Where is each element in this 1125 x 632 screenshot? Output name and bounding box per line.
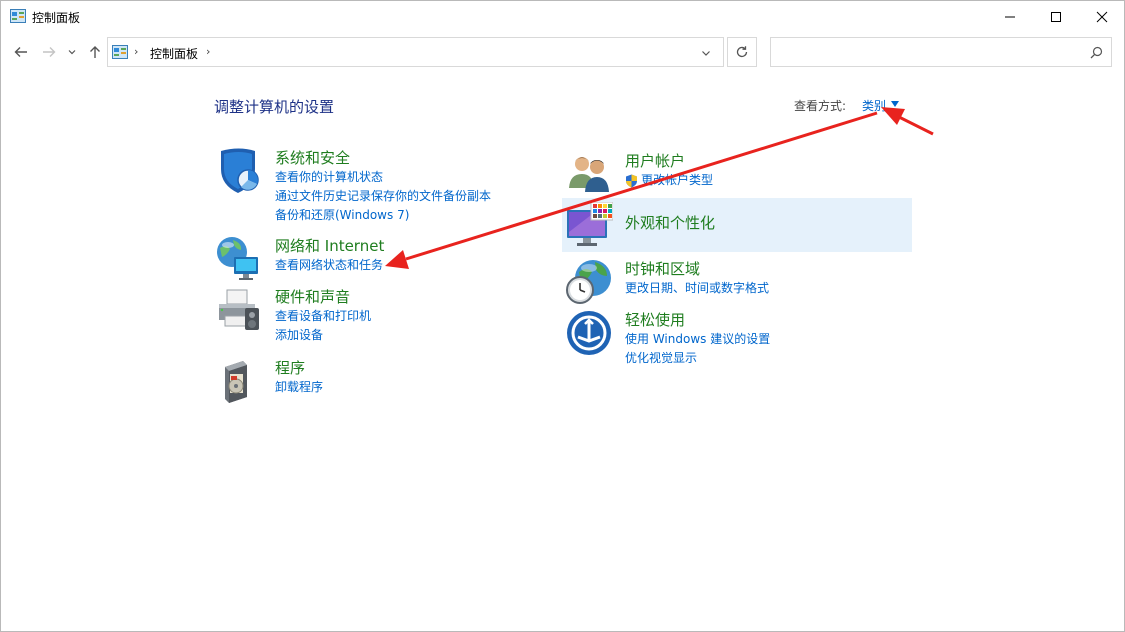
ease-access-icon (567, 311, 611, 355)
recent-locations-button[interactable] (65, 42, 79, 62)
annotation-arrow-view-by (881, 107, 934, 136)
refresh-icon (736, 46, 748, 58)
maximize-button[interactable] (1033, 1, 1079, 32)
page-title: 调整计算机的设置 (214, 98, 335, 116)
control-panel-icon (112, 45, 128, 59)
back-button[interactable] (11, 42, 31, 62)
link-list: 卸载程序 (275, 378, 323, 397)
annotation-arrows (385, 107, 934, 269)
navigation-bar: › 控制面板 › (1, 32, 1124, 72)
link-view-network-status[interactable]: 查看网络状态和任务 (275, 256, 383, 275)
arrow-right-icon (43, 47, 56, 57)
refresh-button[interactable] (727, 37, 757, 67)
maximize-icon (1051, 11, 1061, 22)
shield-icon (221, 148, 259, 193)
minimize-button[interactable] (987, 1, 1033, 32)
link-view-computer-status[interactable]: 查看你的计算机状态 (275, 168, 491, 187)
link-label: 更改帐户类型 (641, 173, 714, 187)
control-panel-icon (10, 9, 26, 23)
category-title[interactable]: 硬件和声音 (275, 286, 350, 307)
close-icon (1096, 11, 1108, 22)
close-button[interactable] (1079, 1, 1125, 32)
category-ease-of-access[interactable]: 轻松使用 使用 Windows 建议的设置 优化视觉显示 (565, 309, 905, 371)
chevron-right-icon[interactable]: › (206, 45, 210, 58)
category-title[interactable]: 时钟和区域 (625, 258, 700, 279)
category-title[interactable]: 系统和安全 (275, 147, 350, 168)
printer-icon (219, 289, 259, 330)
search-input[interactable] (770, 37, 1112, 67)
link-list: 更改帐户类型 (625, 171, 713, 190)
search-icon (1090, 46, 1103, 59)
link-optimize-display[interactable]: 优化视觉显示 (625, 349, 770, 368)
category-title[interactable]: 程序 (275, 357, 305, 378)
link-list: 更改日期、时间或数字格式 (625, 279, 769, 298)
users-icon (569, 157, 609, 192)
category-programs[interactable]: 程序 卸载程序 (215, 357, 535, 405)
view-by-dropdown[interactable]: 类别 (862, 97, 886, 114)
link-recommended-settings[interactable]: 使用 Windows 建议的设置 (625, 330, 770, 349)
link-list: 使用 Windows 建议的设置 优化视觉显示 (625, 330, 770, 368)
title-bar: 控制面板 (1, 1, 1124, 32)
forward-button[interactable] (39, 42, 59, 62)
category-title[interactable]: 轻松使用 (625, 309, 685, 330)
clock-globe-icon (566, 260, 611, 304)
arrow-left-icon (14, 47, 27, 57)
link-file-history-backup[interactable]: 通过文件历史记录保存你的文件备份副本 (275, 187, 491, 206)
category-system-security[interactable]: 系统和安全 查看你的计算机状态 通过文件历史记录保存你的文件备份副本 备份和还原… (215, 147, 535, 227)
globe-network-icon (217, 237, 258, 280)
chevron-down-icon (68, 50, 76, 55)
monitor-palette-icon (567, 202, 613, 246)
link-list: 查看设备和打印机 添加设备 (275, 307, 371, 345)
category-appearance-personalization[interactable]: 外观和个性化 (565, 202, 905, 250)
category-user-accounts[interactable]: 用户帐户 更改帐户类型 (565, 150, 905, 194)
category-clock-region[interactable]: 时钟和区域 更改日期、时间或数字格式 (565, 258, 905, 306)
category-title[interactable]: 网络和 Internet (275, 235, 384, 256)
programs-icon (225, 361, 247, 403)
view-by-label: 查看方式: (794, 99, 847, 113)
window-title: 控制面板 (32, 11, 81, 25)
category-hardware-sound[interactable]: 硬件和声音 查看设备和打印机 添加设备 (215, 286, 535, 346)
up-button[interactable] (85, 42, 105, 62)
category-title[interactable]: 外观和个性化 (625, 212, 715, 233)
chevron-right-icon[interactable]: › (134, 45, 138, 58)
chevron-down-icon[interactable] (700, 47, 712, 59)
link-change-date-time-format[interactable]: 更改日期、时间或数字格式 (625, 279, 769, 298)
link-list: 查看网络状态和任务 (275, 256, 383, 275)
address-bar[interactable]: › 控制面板 › (107, 37, 724, 67)
minimize-icon (1005, 16, 1015, 17)
link-list: 查看你的计算机状态 通过文件历史记录保存你的文件备份副本 备份和还原(Windo… (275, 168, 491, 225)
link-backup-restore[interactable]: 备份和还原(Windows 7) (275, 206, 491, 225)
category-network-internet[interactable]: 网络和 Internet 查看网络状态和任务 (215, 235, 535, 283)
arrow-up-icon (90, 46, 100, 58)
link-change-account-type[interactable]: 更改帐户类型 (625, 171, 713, 190)
breadcrumb-control-panel[interactable]: 控制面板 (150, 45, 198, 62)
link-devices-printers[interactable]: 查看设备和打印机 (275, 307, 371, 326)
link-uninstall-program[interactable]: 卸载程序 (275, 378, 323, 397)
uac-shield-icon (626, 174, 637, 188)
caret-down-icon[interactable] (891, 101, 899, 107)
category-title[interactable]: 用户帐户 (625, 150, 685, 171)
link-add-device[interactable]: 添加设备 (275, 326, 371, 345)
